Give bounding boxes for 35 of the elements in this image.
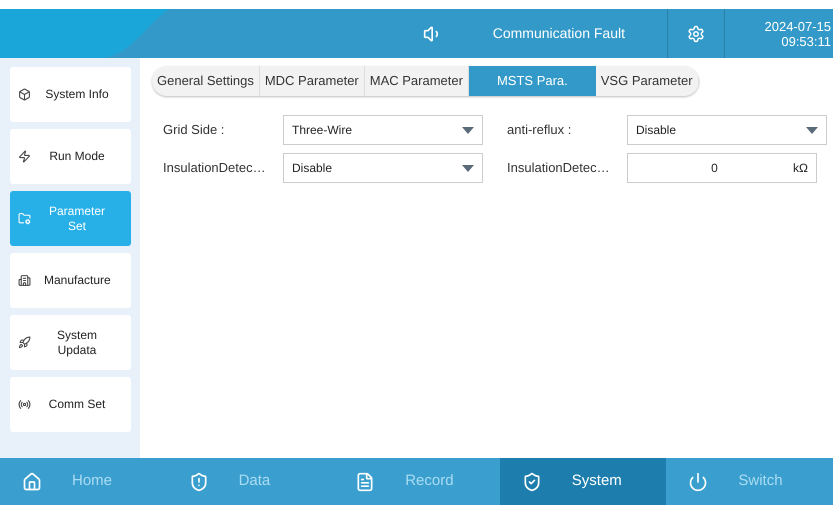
building-icon xyxy=(18,274,31,287)
dropdown-field[interactable]: Disable xyxy=(283,153,483,183)
settings-icon[interactable] xyxy=(687,24,705,42)
cube-icon xyxy=(18,88,31,101)
shield-alert-icon xyxy=(188,472,209,492)
tab[interactable]: General Settings xyxy=(152,66,260,96)
dropdown-field[interactable]: Three-Wire xyxy=(283,115,483,145)
tab[interactable]: VSG Parameter xyxy=(596,66,699,96)
lightning-icon xyxy=(18,150,31,163)
document-icon xyxy=(355,472,376,492)
field-label: anti-reflux : xyxy=(507,121,572,140)
sidebar-item[interactable]: Run Mode xyxy=(10,129,131,184)
tab[interactable]: MDC Parameter xyxy=(260,66,365,96)
field-label: InsulationDetec… xyxy=(507,159,611,178)
field-label: Grid Side : xyxy=(163,121,226,140)
caret-icon xyxy=(806,126,818,134)
sidebar-item[interactable]: Comm Set xyxy=(10,377,131,432)
dropdown-field[interactable]: Disable xyxy=(627,115,827,145)
home-icon xyxy=(22,472,42,492)
sidebar-item[interactable]: System Updata xyxy=(10,315,131,370)
date-time: 2024-07-15 09:53:11 xyxy=(764,18,832,48)
power-icon xyxy=(688,472,708,492)
sidebar-item[interactable]: Manufacture xyxy=(10,253,131,308)
signal-icon xyxy=(18,398,31,411)
unit-label: kΩ xyxy=(793,160,808,177)
caret-icon xyxy=(462,126,474,134)
folder-gear-icon xyxy=(18,212,31,225)
rocket-icon xyxy=(18,336,31,349)
caret-icon xyxy=(462,164,474,172)
field-label: InsulationDetec… xyxy=(163,159,267,178)
alarm-text: Communication Fault xyxy=(492,24,625,43)
input-field[interactable]: 0 kΩ xyxy=(627,153,817,183)
sidebar-item[interactable]: System Info xyxy=(10,67,131,122)
nav-item[interactable]: System xyxy=(500,458,666,505)
shield-check-icon xyxy=(522,472,542,492)
